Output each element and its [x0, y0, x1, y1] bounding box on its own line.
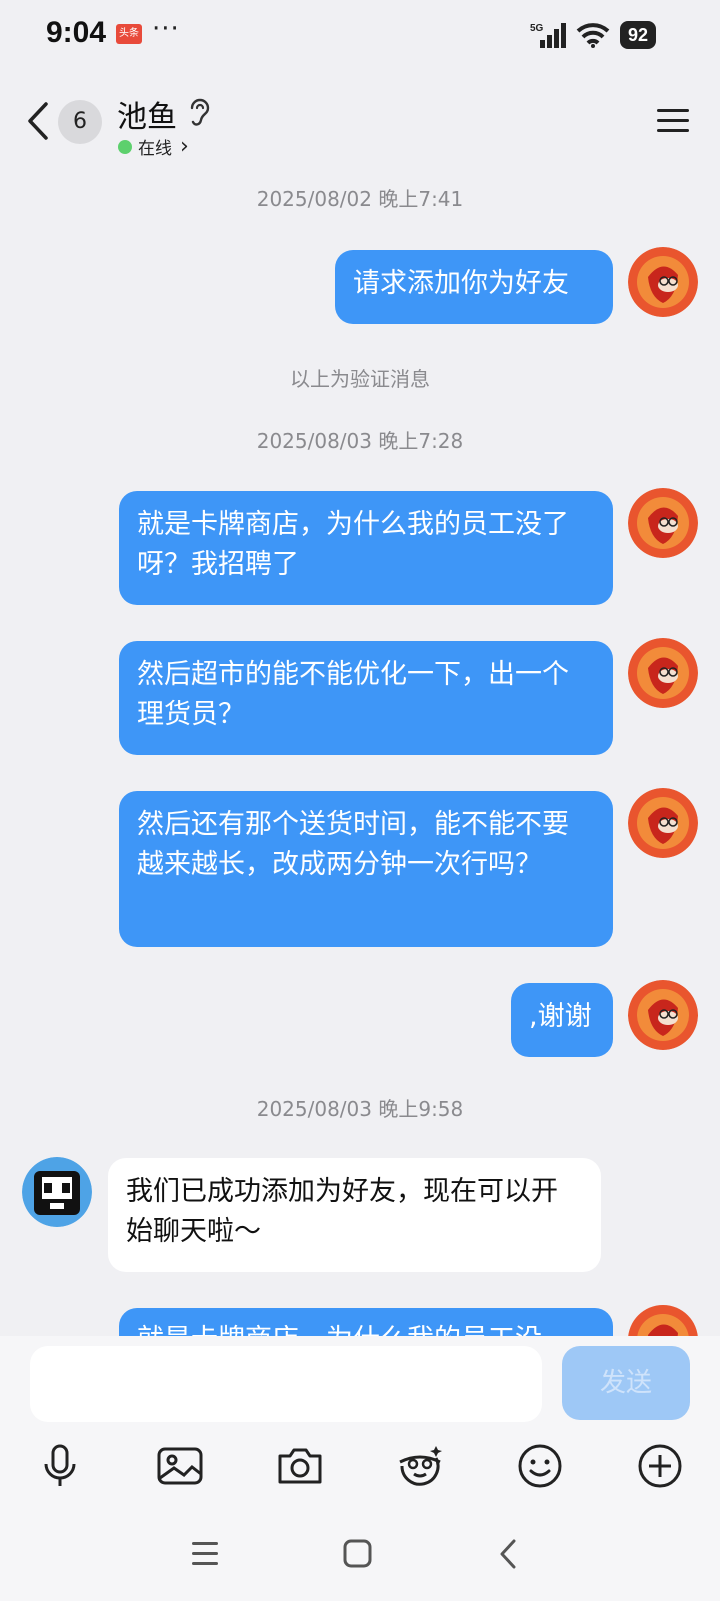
pony-avatar-icon — [628, 488, 698, 558]
received-message-bubble[interactable]: 我们已成功添加为好友，现在可以开始聊天啦～ — [108, 1158, 601, 1272]
message-input[interactable] — [30, 1346, 542, 1422]
menu-icon[interactable] — [656, 104, 690, 138]
sent-message-bubble[interactable]: 然后还有那个送货时间，能不能不要越来越长，改成两分钟一次行吗？ — [119, 791, 613, 947]
sent-message-bubble[interactable]: 然后超市的能不能优化一下，出一个理货员？ — [119, 641, 613, 755]
emoji-icon[interactable] — [516, 1442, 564, 1490]
system-message: 以上为验证消息 — [290, 367, 430, 391]
svg-text:5G: 5G — [530, 23, 544, 34]
sent-message-bubble[interactable]: 请求添加你为好友 — [335, 250, 613, 324]
online-status[interactable]: 在线 › — [118, 134, 189, 159]
pony-avatar-icon — [628, 1305, 698, 1336]
cellular-signal-icon: 5G — [530, 23, 566, 48]
camera-icon[interactable] — [276, 1442, 324, 1490]
microphone-icon[interactable] — [36, 1442, 84, 1490]
message-timestamp: 2025/08/02 晚上7:41 — [256, 187, 464, 211]
chat-header: 6 池鱼 在线 › — [0, 80, 720, 165]
status-indicators: 5G 92 — [530, 20, 656, 50]
sent-message-bubble[interactable]: 就是卡牌商店，为什么我的员工没 — [119, 1308, 613, 1336]
online-dot-icon — [118, 139, 132, 154]
online-status-label: 在线 — [138, 139, 172, 159]
news-app-icon: 头条 — [116, 24, 142, 44]
recent-apps-icon[interactable] — [188, 1536, 224, 1572]
my-avatar[interactable] — [628, 638, 698, 708]
back-nav-icon[interactable] — [492, 1536, 528, 1572]
ear-icon[interactable] — [186, 96, 212, 128]
wifi-icon — [576, 23, 610, 48]
pony-avatar-icon — [628, 788, 698, 858]
my-avatar[interactable] — [628, 1305, 698, 1336]
pony-avatar-icon — [628, 247, 698, 317]
contact-name[interactable]: 池鱼 — [117, 92, 177, 136]
status-bar: 9:04 头条 ··· 5G 92 — [0, 0, 720, 70]
pony-avatar-icon — [628, 980, 698, 1050]
panda-avatar-icon — [22, 1157, 92, 1227]
message-timestamp: 2025/08/03 晚上7:28 — [256, 429, 464, 453]
pony-avatar-icon — [628, 638, 698, 708]
sticker-face-icon[interactable] — [396, 1442, 444, 1490]
chevron-right-icon: › — [180, 134, 189, 159]
sent-message-bubble[interactable]: 就是卡牌商店，为什么我的员工没了呀？我招聘了 — [119, 491, 613, 605]
battery-indicator: 92 — [619, 21, 656, 49]
status-time: 9:04 — [46, 16, 107, 49]
my-avatar[interactable] — [628, 488, 698, 558]
sent-message-bubble[interactable]: ,谢谢 — [511, 983, 613, 1057]
plus-icon[interactable] — [636, 1442, 684, 1490]
image-icon[interactable] — [156, 1442, 204, 1490]
more-notifications-icon: ··· — [152, 14, 180, 44]
contact-avatar[interactable] — [22, 1157, 92, 1227]
home-icon[interactable] — [340, 1536, 376, 1572]
my-avatar[interactable] — [628, 788, 698, 858]
my-avatar[interactable] — [628, 247, 698, 317]
back-arrow-icon[interactable] — [22, 98, 54, 144]
message-timestamp: 2025/08/03 晚上9:58 — [256, 1097, 464, 1121]
unread-count-badge[interactable]: 6 — [58, 100, 102, 144]
send-button[interactable]: 发送 — [562, 1346, 690, 1420]
my-avatar[interactable] — [628, 980, 698, 1050]
system-navigation-bar — [0, 1516, 720, 1601]
